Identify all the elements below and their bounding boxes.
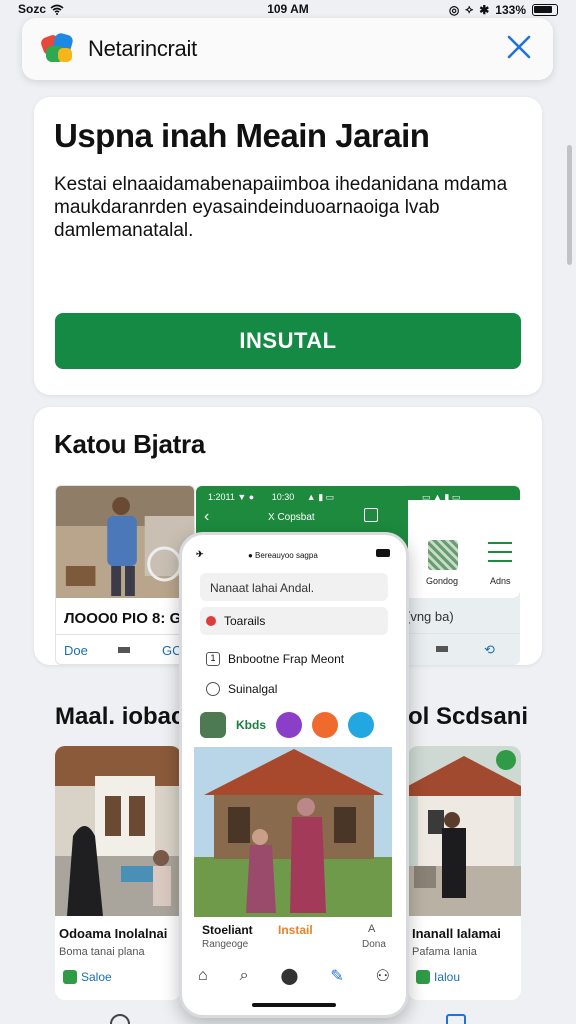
shop-tag-right-text: Ialou [434,970,461,984]
phone-listing-photo [194,747,392,917]
leaf-icon [63,970,77,984]
phone-row-label: Suinalgal [228,682,278,696]
search-icon[interactable]: ⌕ [240,967,249,985]
home-indicator [252,1003,336,1007]
screenshot-thumb-left[interactable]: ЛООО0 PIO 8: G Doe GC [55,485,195,665]
back-icon[interactable]: ‹ [204,508,209,526]
shops-title-left: Maal. iobac [55,703,185,730]
install-card: Uspna inah Meain Jarain Kestai elnaaidam… [34,97,542,395]
phone-status-left: ✈ [196,549,204,559]
vendor-photo [56,486,194,598]
leaf-icon [416,970,430,984]
close-button[interactable] [505,34,533,62]
status-right: ◎ ⟡ ✱ 133% [449,2,558,17]
edit-icon[interactable] [364,508,378,522]
status-bar: Sozc 109 AM ◎ ⟡ ✱ 133% [0,0,576,18]
bluetooth-icon: ✱ [479,2,490,17]
location-icon: ⟡ [465,2,474,16]
scroll-indicator[interactable] [567,145,572,265]
phone-app-row: Kbds [200,709,390,741]
shop-tag-left[interactable]: Saloe [63,970,112,984]
app-label: Kbds [236,718,266,732]
thumb-foot-left[interactable]: Doe [64,643,88,658]
install-title: Uspna inah Meain Jarain [54,117,430,154]
thumb-footer: Doe GC [56,634,194,662]
qr-icon[interactable] [428,540,458,570]
pin-icon [206,616,216,626]
shop-card-right[interactable]: Inanall Ialamai Pafama Iania Ialou [408,746,521,1000]
shop-name-right: Inanall Ialamai [412,926,501,941]
dock-search-icon[interactable] [110,1014,130,1024]
shop-photo-left [55,746,181,916]
battery-label: 133% [495,2,526,17]
feature-title: Katou Bjatra [54,429,205,459]
edit-tab-icon[interactable]: ✎ [330,966,343,986]
install-description: Kestai elnaaidamabenapaiimboa ihedanidan… [54,174,508,241]
app-title: Netarincrait [88,36,197,61]
add-icon[interactable]: ⬤ [280,966,298,986]
ga-title: X Copsbat [268,512,315,523]
box-icon: 1 [206,652,220,666]
thumb-right-footer: ⟲ [400,633,520,661]
phone-tab-bar: ⌂ ⌕ ⬤ ✎ ⚇ [182,961,406,991]
purple-app-icon[interactable] [276,712,302,738]
ga-status-left: 1:2011 ▼ ● [208,492,255,502]
ga-label-1: Gondog [426,576,459,586]
shop-sub-left: Boma tanai plana [59,946,145,958]
ga-status-center: 10:30 [271,492,295,502]
app-bar: Netarincrait [22,18,553,80]
thumb-price-text: ЛООО0 PIO 8: [64,610,166,627]
alarm-icon: ◎ [448,2,460,17]
phone-row-label: Toarails [224,614,266,628]
phone-battery-icon [376,549,390,557]
app-logo-icon [41,33,73,62]
listing-name: Stoeliant [202,923,253,937]
dock-tabs-icon[interactable] [446,1014,466,1024]
orange-app-icon[interactable] [312,712,338,738]
phone-search-input[interactable]: Nanaat lahai Andal. [200,573,388,601]
minus-icon [436,646,448,652]
ga-status-right: ▲ ▮ ▭ [306,492,335,502]
profile-icon[interactable]: ⚇ [376,966,390,986]
menu-icon[interactable] [488,542,512,569]
listing-flag-icon[interactable]: A [368,923,375,935]
phone-row-smile[interactable]: Suinalgal [200,675,388,703]
shop-card-left[interactable]: Odoama Inolalnai Boma tanai plana Saloe [55,746,181,1000]
smile-icon [206,682,220,696]
link-icon[interactable]: ⟲ [484,642,495,658]
listing-sub: Rangeoge [202,939,249,950]
shop-photo-right [408,746,521,916]
thumb-right-label: (vng ba) [406,609,454,624]
shop-sub-right: Pafama Iania [412,946,477,958]
phone-row-box[interactable]: 1 Bnbootne Frap Meont [200,645,388,673]
shop-tag-left-text: Saloe [81,970,112,984]
install-button[interactable]: INSUTAL [55,313,521,369]
shops-title-right: ol Scdsani [408,703,529,730]
ga-status: 1:2011 ▼ ● 10:30 ▲ ▮ ▭ [208,492,334,503]
shop-tag-right[interactable]: Ialou [416,970,460,984]
app-thumb[interactable] [200,712,226,738]
home-icon[interactable]: ⌂ [198,967,208,985]
minus-icon [118,647,130,653]
phone-row-location[interactable]: Toarails [200,607,388,635]
phone-row-label: Bnbootne Frap Meont [228,652,345,666]
close-icon [507,35,531,59]
listing-install-button[interactable]: Instail [278,923,313,937]
ga-right-panel: Gondog Adns [408,500,520,598]
ga-label-2: Adns [490,576,511,586]
phone-mockup: ✈ ● Bereauyoo sagpa Nanaat lahai Andal. … [179,532,409,1018]
shop-name-left: Odoama Inolalnai [59,926,168,941]
blue-app-icon[interactable] [348,712,374,738]
phone-status-center: ● Bereauyoo sagpa [248,551,318,560]
battery-icon [532,3,558,16]
thumb-price: ЛООО0 PIO 8: G [64,610,181,627]
listing-done: Dona [362,939,386,950]
